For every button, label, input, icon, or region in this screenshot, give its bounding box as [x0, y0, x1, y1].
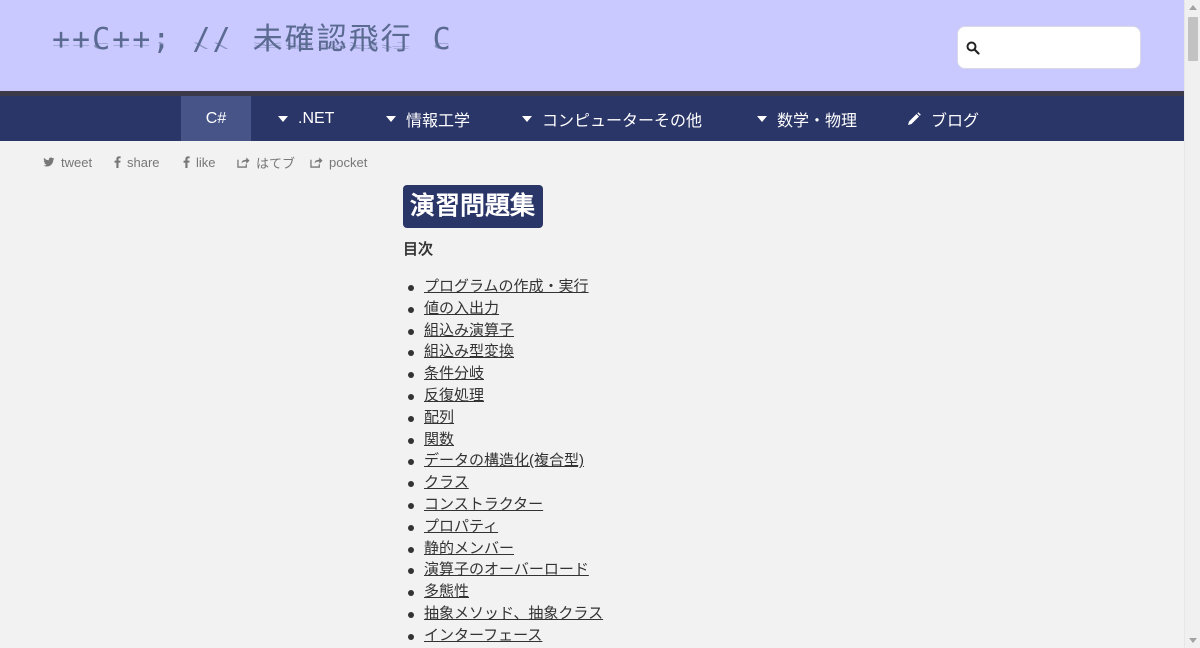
share-label: pocket	[329, 154, 368, 170]
nav-item-label: C#	[205, 109, 227, 127]
nav-item-label: .NET	[298, 109, 335, 127]
site-logo[interactable]: ++C++; // 未確認飛行 C ++C++; // 未確認飛行 C	[52, 20, 453, 72]
toc-item: 抽象メソッド、抽象クラス	[403, 603, 903, 625]
toc-list: プログラムの作成・実行 値の入出力 組込み演算子 組込み型変換 条件分岐 反復処…	[403, 276, 903, 647]
nav-item-dotnet[interactable]: .NET	[278, 96, 334, 141]
toc-item: データの構造化(複合型)	[403, 450, 903, 472]
toc-link[interactable]: 条件分岐	[424, 365, 484, 382]
page: ++C++; // 未確認飛行 C ++C++; // 未確認飛行 C C# .…	[0, 0, 1184, 648]
toc-item: 条件分岐	[403, 363, 903, 385]
toc-link[interactable]: コンストラクター	[424, 496, 543, 513]
toc-link[interactable]: 抽象メソッド、抽象クラス	[424, 605, 603, 622]
share-like[interactable]: like	[183, 153, 216, 171]
page-scrollbar[interactable]	[1184, 0, 1200, 648]
page-title: 演習問題集	[403, 185, 544, 228]
site-header: ++C++; // 未確認飛行 C ++C++; // 未確認飛行 C	[0, 0, 1184, 91]
share-pocket[interactable]: pocket	[310, 153, 367, 171]
toc-item: プロパティ	[403, 516, 903, 538]
caret-down-icon	[278, 115, 288, 122]
caret-down-icon	[757, 115, 767, 122]
nav-item-label: 数学・物理	[777, 112, 858, 130]
nav-item-label: 情報工学	[406, 112, 471, 130]
scroll-down-arrow-icon[interactable]	[1189, 638, 1197, 643]
scroll-up-arrow-icon[interactable]	[1189, 5, 1197, 10]
search-box[interactable]	[957, 26, 1141, 69]
share-facebook[interactable]: share	[114, 153, 160, 171]
nav-item-computer-other[interactable]: コンピューターその他	[522, 96, 702, 141]
toc-link[interactable]: 関数	[424, 431, 454, 448]
toc-link[interactable]: 多態性	[424, 583, 469, 600]
pencil-icon	[908, 111, 921, 125]
toc-link[interactable]: 静的メンバー	[424, 540, 514, 557]
main-content: 演習問題集 目次 プログラムの作成・実行 値の入出力 組込み演算子 組込み型変換…	[403, 185, 903, 647]
main-nav: C# .NET 情報工学 コンピューターその他 数学・物理 ブログ	[0, 96, 1184, 141]
scroll-thumb[interactable]	[1188, 17, 1198, 61]
toc-item: 静的メンバー	[403, 538, 903, 560]
share-tweet[interactable]: tweet	[43, 153, 92, 171]
share-icon	[237, 157, 250, 168]
toc-link[interactable]: 配列	[424, 409, 454, 426]
toc-link[interactable]: クラス	[424, 474, 469, 491]
nav-item-csharp[interactable]: C#	[181, 96, 251, 141]
toc-link[interactable]: プロパティ	[424, 518, 498, 535]
share-hatebu[interactable]: はてブ	[237, 153, 295, 171]
toc-link[interactable]: プログラムの作成・実行	[424, 278, 589, 295]
toc-link[interactable]: 値の入出力	[424, 300, 499, 317]
logo-reflection: ++C++; // 未確認飛行 C	[52, 40, 453, 50]
share-label: はてブ	[256, 155, 296, 171]
nav-item-label: ブログ	[931, 112, 980, 130]
toc-item: 配列	[403, 407, 903, 429]
toc-item: プログラムの作成・実行	[403, 276, 903, 298]
toc-link[interactable]: インターフェース	[424, 627, 542, 644]
share-label: share	[127, 154, 160, 170]
toc-item: コンストラクター	[403, 494, 903, 516]
share-label: like	[196, 154, 216, 170]
toc-link[interactable]: 組込み演算子	[424, 322, 514, 339]
search-input[interactable]	[986, 35, 1134, 61]
toc-item: 組込み演算子	[403, 320, 903, 342]
nav-item-blog[interactable]: ブログ	[907, 96, 979, 141]
toc-item: クラス	[403, 472, 903, 494]
nav-item-label: コンピューターその他	[542, 112, 703, 130]
toc-link[interactable]: 組込み型変換	[424, 343, 514, 360]
toc-item: 関数	[403, 429, 903, 451]
toc-item: 多態性	[403, 581, 903, 603]
share-label: tweet	[61, 154, 93, 170]
toc-item: 値の入出力	[403, 298, 903, 320]
toc-item: 組込み型変換	[403, 341, 903, 363]
caret-down-icon	[386, 115, 396, 122]
toc-item: 演算子のオーバーロード	[403, 559, 903, 581]
twitter-icon	[43, 157, 55, 166]
toc-heading: 目次	[403, 241, 434, 258]
caret-down-icon	[522, 115, 532, 122]
nav-item-math-physics[interactable]: 数学・物理	[757, 96, 857, 141]
toc-link[interactable]: 反復処理	[424, 387, 484, 404]
search-icon	[966, 41, 980, 55]
facebook-icon	[183, 156, 190, 168]
share-icon	[310, 157, 323, 168]
toc-link[interactable]: データの構造化(複合型)	[424, 452, 584, 469]
nav-item-information-engineering[interactable]: 情報工学	[386, 96, 470, 141]
toc-item: インターフェース	[403, 625, 903, 647]
facebook-icon	[114, 156, 121, 168]
toc-item: 反復処理	[403, 385, 903, 407]
toc-link[interactable]: 演算子のオーバーロード	[424, 561, 589, 578]
